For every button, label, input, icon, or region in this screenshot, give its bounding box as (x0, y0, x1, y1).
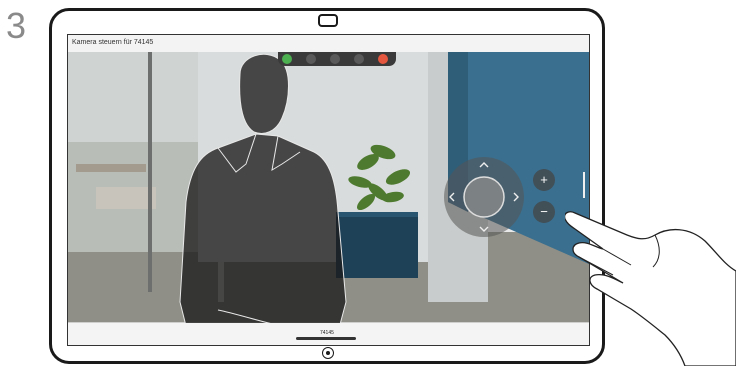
self-view-bar: 74145 (68, 323, 589, 345)
self-view-label: 74145 (320, 330, 334, 336)
front-camera-icon (318, 14, 338, 27)
minus-icon: − (540, 204, 548, 219)
accept-call-button[interactable] (282, 54, 292, 64)
title-bar: Kamera steuern für 74145 (68, 35, 589, 52)
end-call-button[interactable] (378, 54, 388, 64)
video-button[interactable] (330, 54, 340, 64)
home-indicator[interactable] (296, 337, 356, 340)
zoom-in-button[interactable]: + (536, 172, 552, 188)
more-button[interactable] (354, 54, 364, 64)
screen-title: Kamera steuern für 74145 (72, 39, 154, 46)
home-button-icon[interactable] (322, 347, 334, 359)
camera-view[interactable]: + − (68, 52, 589, 345)
step-number: 3 (6, 5, 27, 46)
zoom-out-button[interactable]: − (536, 204, 552, 220)
touch-screen: Kamera steuern für 74145 + − 74145 (67, 34, 590, 346)
pointing-hand-icon (565, 211, 736, 366)
mute-button[interactable] (306, 54, 316, 64)
call-controls-bar (278, 52, 396, 66)
plus-icon: + (540, 172, 548, 187)
room-scene (68, 52, 589, 345)
